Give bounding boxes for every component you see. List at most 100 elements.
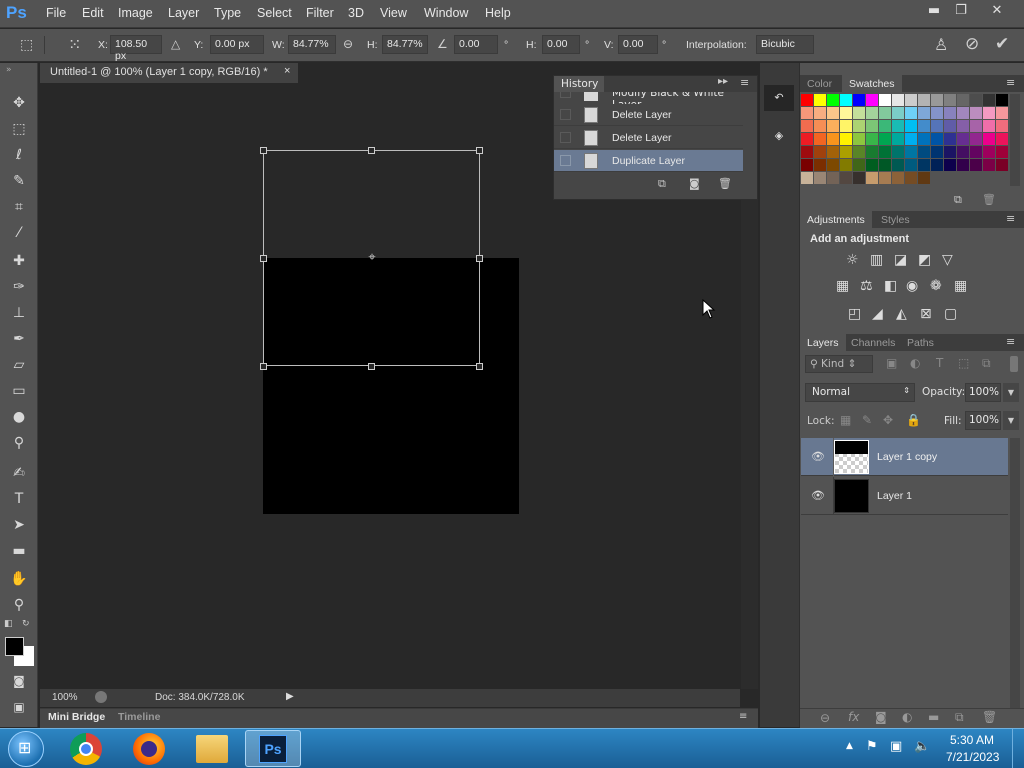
- shape-filter-icon[interactable]: ⬚: [958, 356, 969, 370]
- tab-color[interactable]: Color: [800, 75, 839, 93]
- color-swatch[interactable]: [879, 133, 891, 145]
- lock-pixels-icon[interactable]: ✎: [862, 413, 872, 427]
- color-swatch[interactable]: [892, 159, 904, 171]
- color-swatch[interactable]: [814, 94, 826, 106]
- color-swatch[interactable]: [827, 159, 839, 171]
- w-field[interactable]: 84.77%: [288, 35, 336, 54]
- firefox-icon[interactable]: [133, 733, 165, 765]
- swatches-menu-icon[interactable]: ≡: [1006, 76, 1015, 89]
- color-swatch[interactable]: [931, 94, 943, 106]
- menu-3d[interactable]: 3D: [348, 6, 364, 20]
- relative-position-icon[interactable]: △: [171, 37, 180, 51]
- swap-colors-icon[interactable]: ↻: [22, 619, 30, 629]
- color-swatch[interactable]: [814, 107, 826, 119]
- opacity-field[interactable]: 100%: [965, 383, 1001, 402]
- color-swatch[interactable]: [866, 159, 878, 171]
- gradient-tool-icon[interactable]: ▭: [8, 381, 30, 401]
- hue-saturation-icon[interactable]: ▦: [836, 278, 849, 294]
- reference-point-icon[interactable]: ⁙: [68, 35, 81, 54]
- marquee-tool-icon[interactable]: ⬚: [8, 119, 30, 139]
- chrome-icon[interactable]: [70, 733, 102, 765]
- tab-timeline[interactable]: Timeline: [118, 711, 160, 723]
- color-swatch[interactable]: [905, 146, 917, 158]
- filter-kind-select[interactable]: ⚲ Kind ⇕: [805, 355, 873, 373]
- color-swatch[interactable]: [892, 94, 904, 106]
- close-document-icon[interactable]: ×: [284, 65, 290, 77]
- new-snapshot-icon[interactable]: ◙: [689, 177, 700, 190]
- foreground-color-swatch[interactable]: [5, 637, 24, 656]
- color-swatch[interactable]: [944, 146, 956, 158]
- brightness-icon[interactable]: ☼: [846, 252, 859, 268]
- color-swatch[interactable]: [996, 107, 1008, 119]
- color-swatch[interactable]: [801, 146, 813, 158]
- brush-tool-icon[interactable]: ✑: [8, 277, 30, 297]
- layer-name[interactable]: Layer 1: [877, 490, 912, 502]
- status-menu-icon[interactable]: [95, 691, 107, 703]
- collapse-panel-icon[interactable]: ▸▸: [718, 76, 728, 87]
- transform-tool-icon[interactable]: ⬚: [20, 37, 33, 53]
- color-swatch[interactable]: [996, 146, 1008, 158]
- layer-row[interactable]: 👁 Layer 1: [801, 477, 1008, 515]
- menu-help[interactable]: Help: [485, 6, 511, 20]
- link-icon[interactable]: ⊖: [343, 37, 353, 51]
- filter-toggle[interactable]: [1010, 356, 1018, 372]
- color-swatch[interactable]: [879, 172, 891, 184]
- color-swatch[interactable]: [905, 94, 917, 106]
- healing-brush-tool-icon[interactable]: ✚: [8, 251, 30, 271]
- color-swatch[interactable]: [853, 146, 865, 158]
- tab-paths[interactable]: Paths: [900, 334, 941, 352]
- color-swatch[interactable]: [957, 94, 969, 106]
- collapse-icon[interactable]: »: [6, 65, 12, 75]
- menu-select[interactable]: Select: [257, 6, 292, 20]
- color-swatch[interactable]: [866, 94, 878, 106]
- shape-tool-icon[interactable]: ▬: [8, 541, 30, 561]
- y-field[interactable]: 0.00 px: [210, 35, 264, 54]
- transform-handle[interactable]: [368, 363, 375, 370]
- pixel-filter-icon[interactable]: ▣: [886, 356, 897, 370]
- tab-swatches[interactable]: Swatches: [842, 75, 902, 93]
- color-swatch[interactable]: [970, 159, 982, 171]
- new-group-icon[interactable]: ▬: [928, 710, 939, 724]
- transform-handle[interactable]: [260, 363, 267, 370]
- history-checkbox[interactable]: [560, 155, 571, 166]
- color-swatch[interactable]: [931, 107, 943, 119]
- color-swatch[interactable]: [866, 172, 878, 184]
- color-swatch[interactable]: [840, 172, 852, 184]
- hskew-field[interactable]: 0.00: [542, 35, 580, 54]
- color-swatch[interactable]: [801, 133, 813, 145]
- color-swatch[interactable]: [931, 159, 943, 171]
- channel-mixer-icon[interactable]: ❁: [930, 278, 942, 294]
- status-arrow-icon[interactable]: ▶: [286, 691, 294, 702]
- color-swatch[interactable]: [983, 159, 995, 171]
- visibility-eye-icon[interactable]: 👁: [811, 450, 825, 463]
- clone-stamp-tool-icon[interactable]: ⊥: [8, 303, 30, 323]
- menu-edit[interactable]: Edit: [82, 6, 104, 20]
- move-tool-icon[interactable]: ✥: [8, 93, 30, 113]
- type-tool-icon[interactable]: T: [8, 489, 30, 509]
- color-swatch[interactable]: [944, 94, 956, 106]
- start-button[interactable]: ⊞: [8, 731, 44, 767]
- smart-object-filter-icon[interactable]: ⧉: [982, 356, 991, 371]
- color-swatch[interactable]: [944, 120, 956, 132]
- history-checkbox[interactable]: [560, 109, 571, 120]
- color-swatch[interactable]: [866, 120, 878, 132]
- lasso-tool-icon[interactable]: ℓ: [8, 145, 30, 165]
- cancel-transform-icon[interactable]: ⊘: [965, 34, 979, 54]
- transform-handle[interactable]: [476, 255, 483, 262]
- new-swatch-icon[interactable]: ⧉: [954, 193, 962, 207]
- menu-type[interactable]: Type: [214, 6, 241, 20]
- color-swatch[interactable]: [905, 172, 917, 184]
- color-swatch[interactable]: [853, 133, 865, 145]
- file-explorer-icon[interactable]: [196, 735, 228, 763]
- color-lookup-icon[interactable]: ▦: [954, 278, 967, 294]
- color-swatch[interactable]: [840, 120, 852, 132]
- history-item[interactable]: Delete Layer: [554, 127, 743, 149]
- restore-button[interactable]: ❐: [947, 2, 975, 20]
- tab-styles[interactable]: Styles: [874, 211, 917, 229]
- color-swatch[interactable]: [957, 146, 969, 158]
- color-swatch[interactable]: [970, 120, 982, 132]
- color-swatch[interactable]: [814, 133, 826, 145]
- color-swatch[interactable]: [957, 107, 969, 119]
- color-swatch[interactable]: [801, 107, 813, 119]
- h-field[interactable]: 84.77%: [382, 35, 428, 54]
